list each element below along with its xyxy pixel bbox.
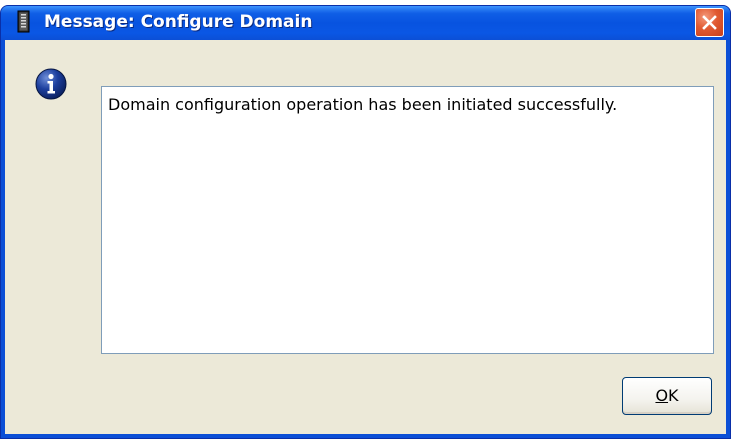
message-dialog: Message: Configure Domain Domain configu… [0, 5, 731, 439]
ok-label: K [668, 386, 679, 405]
ok-button[interactable]: OK [622, 377, 712, 415]
title-bar[interactable]: Message: Configure Domain [1, 6, 730, 40]
close-button[interactable] [695, 8, 724, 37]
dialog-body: Domain configuration operation has been … [5, 40, 726, 434]
ok-mnemonic: O [655, 386, 669, 405]
info-icon [35, 68, 67, 100]
message-text-area: Domain configuration operation has been … [101, 86, 714, 354]
window-title: Message: Configure Domain [44, 12, 313, 32]
server-icon [13, 10, 35, 34]
